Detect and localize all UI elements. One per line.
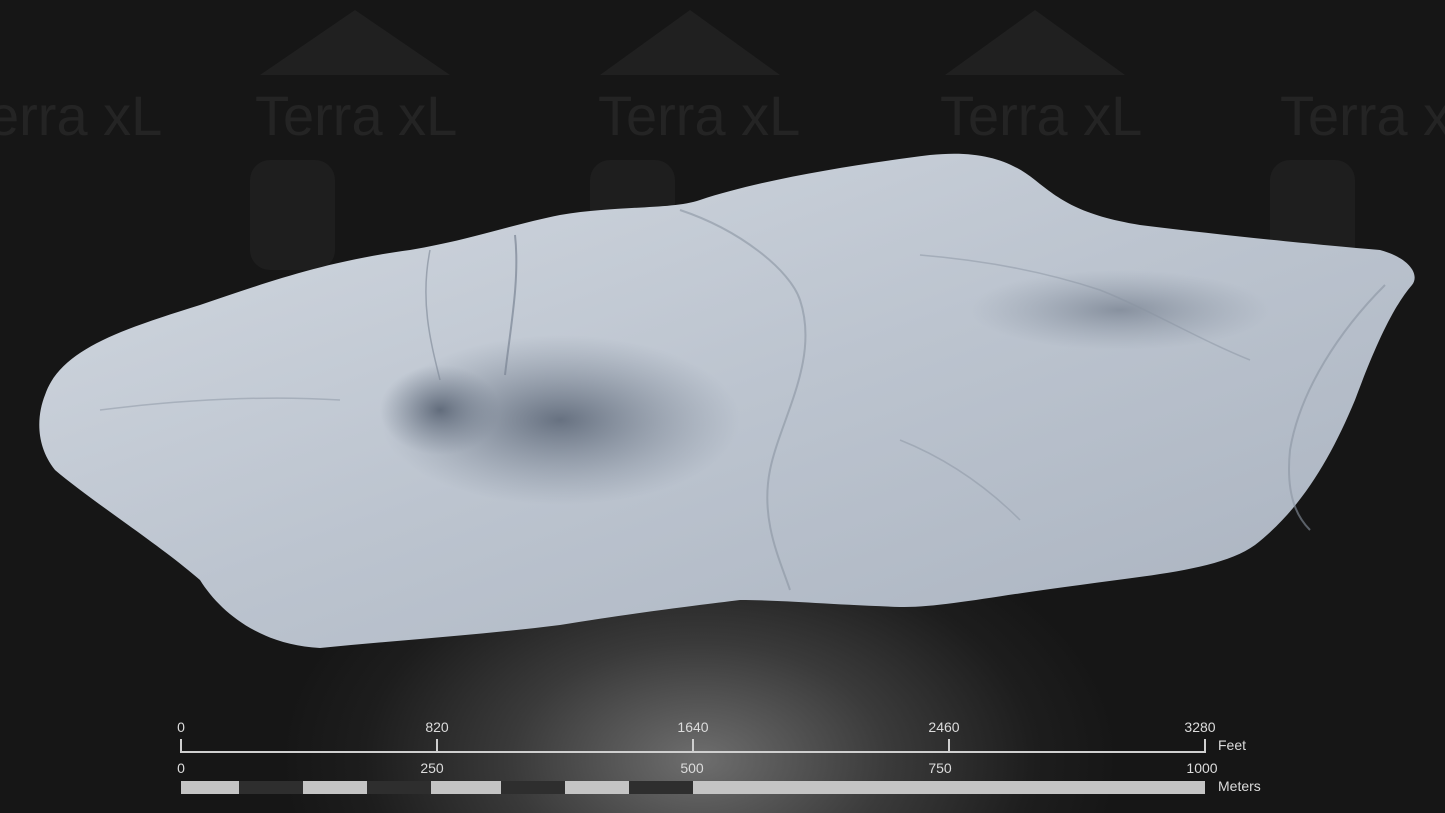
- meters-segment-dark: [239, 781, 303, 794]
- meters-tick-label: 750: [928, 760, 952, 776]
- feet-unit-label: Feet: [1218, 737, 1247, 753]
- terrain-scene: Terra xL Terra xL Terra xL Terra xL Terr…: [0, 10, 1445, 648]
- meters-tick-label: 500: [680, 760, 704, 776]
- meters-tick-label: 0: [177, 760, 185, 776]
- meters-segment-dark: [367, 781, 431, 794]
- feet-tick-label: 3280: [1184, 719, 1216, 735]
- meters-tick-label: 250: [420, 760, 444, 776]
- feet-tick: [948, 739, 950, 753]
- meters-segment-light: [431, 781, 501, 794]
- feet-tick-label: 2460: [928, 719, 960, 735]
- watermark-text-2: Terra xL: [255, 84, 457, 147]
- watermark-text-3: Terra xL: [598, 84, 800, 147]
- watermark-text-5: Terra xL: [1280, 84, 1445, 147]
- feet-tick: [436, 739, 438, 753]
- feet-tick: [1204, 739, 1206, 753]
- meters-segment-light: [303, 781, 367, 794]
- feet-tick: [180, 739, 182, 753]
- meters-segment-dark: [501, 781, 565, 794]
- meters-unit-label: Meters: [1218, 778, 1261, 794]
- feet-tick: [692, 739, 694, 753]
- meters-segment-light: [181, 781, 239, 794]
- feet-tick-label: 1640: [677, 719, 709, 735]
- terrain-model-icon: [39, 153, 1415, 648]
- meters-segment-light: [565, 781, 629, 794]
- meters-segment-dark: [629, 781, 693, 794]
- feet-tick-label: 0: [177, 719, 185, 735]
- meters-scale-bar: [181, 781, 1205, 794]
- watermark-text-1: Terra xL: [0, 84, 162, 147]
- ridge-shadow: [970, 270, 1270, 350]
- meters-tick-label: 1000: [1186, 760, 1218, 776]
- meters-segment-light: [693, 781, 1205, 794]
- watermark-text-4: Terra xL: [940, 84, 1142, 147]
- feet-tick-label: 820: [425, 719, 449, 735]
